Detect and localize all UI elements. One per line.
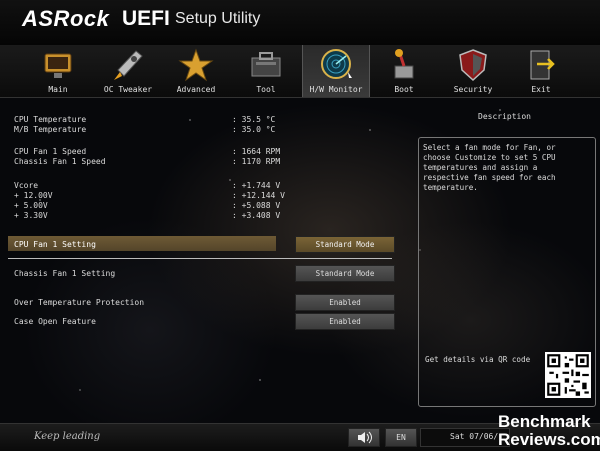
asrock-logo: ASRock	[22, 6, 110, 31]
language-button[interactable]: EN	[385, 428, 417, 447]
tab-advanced[interactable]: Advanced	[168, 45, 224, 97]
v5-value: : +5.088 V	[232, 201, 281, 210]
main-monitor-icon	[44, 53, 72, 78]
radar-icon	[321, 49, 352, 79]
v12-label: + 12.00V	[14, 191, 53, 200]
section-divider	[8, 258, 392, 259]
cpu-fan-speed-value: : 1664 RPM	[232, 147, 281, 156]
toolbox-icon	[251, 52, 281, 77]
chassis-fan-speed-value: : 1170 RPM	[232, 157, 281, 166]
speaker-icon	[358, 431, 372, 444]
vcore-label: Vcore	[14, 181, 39, 190]
case-open-feature-button[interactable]: Enabled	[295, 313, 395, 330]
v33-label: + 3.30V	[14, 211, 48, 220]
description-title: Description	[478, 112, 531, 121]
shield-icon	[459, 49, 487, 82]
star-icon	[178, 48, 214, 82]
watermark-line2: Reviews.com	[498, 430, 600, 449]
cpu-fan-speed-label: CPU Fan 1 Speed	[14, 147, 87, 156]
cpu-fan-setting-label[interactable]: CPU Fan 1 Setting	[14, 240, 96, 249]
v33-value: : +3.408 V	[232, 211, 281, 220]
uefi-label: UEFI	[122, 7, 170, 30]
tab-security[interactable]: Security	[444, 45, 502, 97]
tab-tool[interactable]: Tool	[238, 45, 294, 97]
tab-exit[interactable]: Exit	[514, 45, 568, 97]
v5-label: + 5.00V	[14, 201, 48, 210]
vcore-value: : +1.744 V	[232, 181, 281, 190]
date-display: Sat 07/06/	[450, 432, 499, 441]
cpu-temperature-label: CPU Temperature	[14, 115, 87, 124]
tab-main[interactable]: Main	[30, 45, 86, 97]
watermark-line1: Benchmark	[498, 412, 591, 431]
chassis-fan-setting-button[interactable]: Standard Mode	[295, 265, 395, 282]
v12-value: : +12.144 V	[232, 191, 285, 200]
rocket-icon	[114, 50, 143, 80]
qr-code-icon	[545, 352, 591, 398]
over-temp-protection-label[interactable]: Over Temperature Protection	[14, 298, 144, 307]
chassis-fan-speed-label: Chassis Fan 1 Speed	[14, 157, 106, 166]
case-open-feature-label[interactable]: Case Open Feature	[14, 317, 96, 326]
setup-utility-label: Setup Utility	[175, 10, 261, 27]
title-bar: ASRock UEFI Setup Utility	[0, 0, 600, 45]
exit-door-icon	[530, 50, 555, 80]
boot-joystick-icon	[394, 49, 414, 79]
tab-oc-tweaker[interactable]: OC Tweaker	[98, 45, 158, 97]
main-nav: Main OC Tweaker Advanced Tool H/W Monito…	[0, 45, 600, 98]
mb-temperature-value: : 35.0 °C	[232, 125, 276, 134]
over-temp-protection-button[interactable]: Enabled	[295, 294, 395, 311]
keep-leading-slogan: Keep leading	[34, 431, 101, 442]
cpu-fan-setting-button[interactable]: Standard Mode	[295, 236, 395, 253]
description-text: Select a fan mode for Fan, or choose Cus…	[423, 143, 556, 192]
cpu-temperature-value: : 35.5 °C	[232, 115, 276, 124]
speaker-button[interactable]	[348, 428, 380, 447]
qr-code-label: Get details via QR code	[425, 355, 531, 364]
tab-hw-monitor[interactable]: H/W Monitor	[302, 45, 370, 97]
tab-boot[interactable]: Boot	[376, 45, 432, 97]
chassis-fan-setting-label[interactable]: Chassis Fan 1 Setting	[14, 269, 115, 278]
mb-temperature-label: M/B Temperature	[14, 125, 87, 134]
